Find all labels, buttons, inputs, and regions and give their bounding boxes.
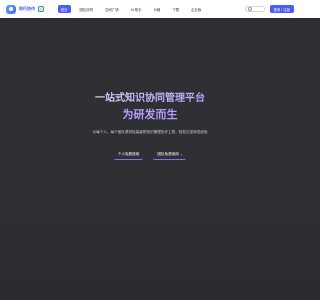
nav-item-home[interactable]: 首页 xyxy=(57,5,71,13)
search-input[interactable] xyxy=(244,6,265,12)
main-nav: 首页 团队协同 空间广场 AI 助手 价格 下载 企业版 xyxy=(57,5,205,13)
hero-title-line2: 为研发而生 xyxy=(122,109,178,121)
team-free-label: 团队免费使用 xyxy=(157,152,179,156)
hero-title: 一站式知识协同管理平台 为研发而生 xyxy=(0,92,300,123)
nav-item-space[interactable]: 空间广场 xyxy=(102,5,122,13)
hero-subtitle: 为每个人、每个团队提供轻量级的知识管理协作工具，轻松沉淀研发经验 xyxy=(92,130,208,134)
cta-group: 个人免费使用 团队免费使用 › xyxy=(0,150,300,160)
brand-name: 知行协作 xyxy=(19,6,35,11)
header-right: 登录 / 注册 xyxy=(244,5,294,13)
brand[interactable]: 知行协作 β xyxy=(6,4,44,14)
login-button[interactable]: 登录 / 注册 xyxy=(269,5,294,13)
nav-item-ai[interactable]: AI 助手 xyxy=(128,5,145,13)
nav-item-team[interactable]: 团队协同 xyxy=(77,5,97,13)
logo-icon xyxy=(6,4,16,14)
chevron-right-icon: › xyxy=(180,152,183,157)
nav-item-enterprise[interactable]: 企业版 xyxy=(188,5,204,13)
search-icon xyxy=(247,6,253,12)
team-free-button[interactable]: 团队免费使用 › xyxy=(153,150,187,160)
hero-title-line1: 一站式知识协同管理平台 xyxy=(0,92,300,106)
top-navigation-bar: 知行协作 β 首页 团队协同 空间广场 AI 助手 价格 下载 企业版 登录 /… xyxy=(0,0,300,18)
beta-badge: β xyxy=(38,6,44,12)
nav-item-pricing[interactable]: 价格 xyxy=(151,5,164,13)
personal-free-button[interactable]: 个人免费使用 xyxy=(113,150,144,160)
nav-item-download[interactable]: 下载 xyxy=(169,5,182,13)
